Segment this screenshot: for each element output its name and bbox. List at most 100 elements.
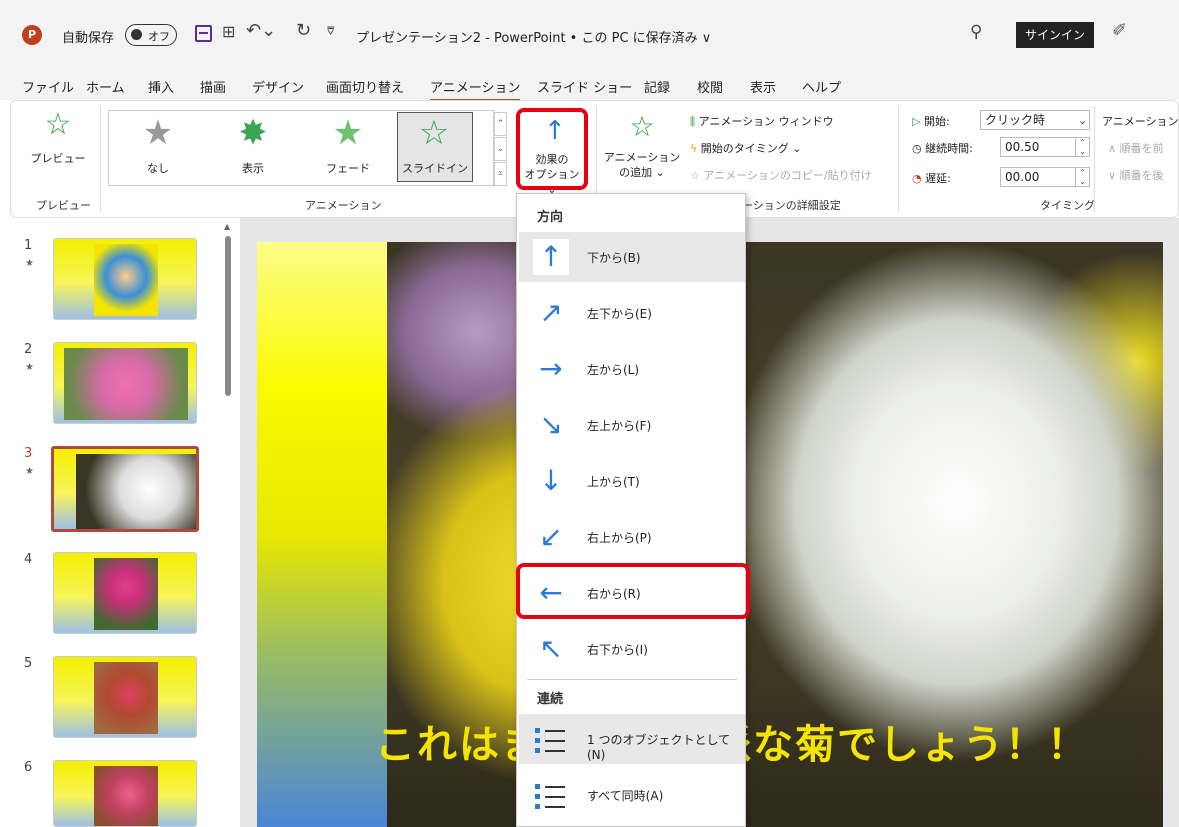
effect-options-line1: 効果の <box>535 153 569 166</box>
start-label-text: 開始: <box>923 115 950 128</box>
tab-slideshow[interactable]: スライド ショー <box>537 77 632 96</box>
add-animation-star-icon[interactable]: ☆ <box>622 110 662 144</box>
chevron-down-icon[interactable]: ⌄ <box>1078 114 1087 127</box>
gallery-more[interactable]: ⩡ <box>494 162 507 186</box>
gallery-item-fade[interactable]: フェード <box>318 160 378 176</box>
thumbnail-image <box>94 558 158 630</box>
qat-customize-icon[interactable]: ⩢ <box>327 24 334 39</box>
slide-thumbnail-3[interactable] <box>51 446 199 532</box>
slide-number: 3 <box>24 446 33 461</box>
animation-pane-icon: ⫼ <box>690 115 699 128</box>
scrollbar-thumb[interactable] <box>225 236 231 396</box>
present-icon[interactable]: ⊞ <box>222 22 235 41</box>
save-icon[interactable] <box>195 25 212 42</box>
arrow-up-icon: ↑ <box>544 116 566 146</box>
duration-field[interactable]: 00.50 <box>1000 137 1076 157</box>
duration-label: ◷ 継続時間: <box>912 140 973 156</box>
animation-painter-button[interactable]: ☆ アニメーションのコピー/貼り付け <box>690 167 872 183</box>
arrow-up-left-icon: ↖ <box>539 632 563 665</box>
preview-button[interactable]: プレビュー <box>20 150 96 166</box>
start-select[interactable]: クリック時 <box>980 110 1090 130</box>
fade-star-icon[interactable]: ★ <box>328 116 368 150</box>
direction-from-top[interactable]: ↓ 上から(T) <box>519 456 745 506</box>
move-later-button[interactable]: ∨ 順番を後 <box>1108 167 1164 183</box>
tab-help[interactable]: ヘルプ <box>802 77 841 96</box>
preview-star-icon[interactable]: ☆ <box>38 108 78 142</box>
delay-field[interactable]: 00.00 <box>1000 167 1076 187</box>
gallery-scroll-up[interactable]: ⌃ <box>494 112 507 136</box>
advanced-group-label: ーションの詳細設定 <box>742 199 841 212</box>
direction-from-bottom-right[interactable]: ↖ 右下から(I) <box>519 624 745 674</box>
direction-from-bottom-left[interactable]: ↗ 左下から(E) <box>519 288 745 338</box>
play-icon: ▷ <box>912 115 924 128</box>
tab-view[interactable]: 表示 <box>750 77 776 96</box>
none-star-icon[interactable]: ★ <box>138 116 178 150</box>
slide-number: 2 <box>24 342 33 357</box>
direction-label: 下から(B) <box>587 251 641 265</box>
preview-group-label: プレビュー <box>36 199 91 212</box>
slide-number: 1 <box>24 238 33 253</box>
pen-icon[interactable]: ✐ <box>1112 20 1127 41</box>
trigger-button[interactable]: ϟ 開始のタイミング ⌄ <box>690 140 801 156</box>
thumbnail-scrollbar[interactable]: ▲ <box>224 222 232 822</box>
direction-label: 左下から(E) <box>587 307 652 321</box>
direction-header: 方向 <box>537 210 564 225</box>
duration-spinner[interactable]: ⌃ ⌄ <box>1076 137 1090 157</box>
gallery-item-appear[interactable]: 表示 <box>223 160 283 176</box>
tab-home[interactable]: ホーム <box>86 77 125 96</box>
slidein-star-icon[interactable]: ☆ <box>414 116 454 150</box>
ribbon-separator <box>898 106 899 212</box>
thumbnail-image <box>94 244 158 316</box>
animation-group-label: アニメーション <box>305 199 382 212</box>
animation-pane-button[interactable]: ⫼ アニメーション ウィンドウ <box>690 113 834 129</box>
animation-star-icon: ★ <box>25 258 34 269</box>
thumbnail-image <box>94 766 158 826</box>
slide-thumbnail-5[interactable] <box>53 656 197 738</box>
effect-options-menu: 方向 ↑ 下から(B) ↗ 左下から(E) → 左から(L) ↘ 左上から(F)… <box>516 193 746 827</box>
slide-thumbnail-2[interactable] <box>53 342 197 424</box>
reorder-label: アニメーションの <box>1102 115 1179 128</box>
gallery-item-none[interactable]: なし <box>128 160 188 176</box>
autosave-label: 自動保存 <box>62 31 115 46</box>
document-title[interactable]: プレゼンテーション2 - PowerPoint • この PC に保存済み ∨ <box>356 27 711 46</box>
redo-icon[interactable]: ↻ <box>296 20 311 41</box>
thumbnail-image <box>64 348 188 420</box>
clock-icon: ◷ <box>912 142 926 155</box>
direction-from-top-right[interactable]: ↙ 右上から(P) <box>519 512 745 562</box>
move-earlier-button[interactable]: ∧ 順番を前 <box>1108 140 1164 156</box>
tab-draw[interactable]: 描画 <box>200 77 226 96</box>
tab-file[interactable]: ファイル <box>22 77 74 96</box>
direction-from-left[interactable]: → 左から(L) <box>519 344 745 394</box>
delay-clock-icon: ◔ <box>912 172 926 185</box>
scroll-up-icon[interactable]: ▲ <box>224 222 230 231</box>
slide-thumbnail-6[interactable] <box>53 760 197 827</box>
arrow-up-right-icon: ↗ <box>539 296 563 329</box>
slide-thumbnail-4[interactable] <box>53 552 197 634</box>
sequence-all-at-once[interactable]: すべて同時(A) <box>519 770 745 820</box>
tab-insert[interactable]: 挿入 <box>148 77 174 96</box>
gallery-item-slidein[interactable]: スライドイン <box>399 160 471 176</box>
undo-icon[interactable]: ↶⌄ <box>246 20 276 41</box>
timing-group-label: タイミング <box>1040 199 1095 212</box>
tab-animation[interactable]: アニメーション <box>430 77 521 102</box>
appear-star-icon[interactable]: ✸ <box>233 116 273 150</box>
powerpoint-logo-icon: P <box>22 25 42 45</box>
sequence-as-one-object[interactable]: 1 つのオブジェクトとして(N) <box>519 714 745 764</box>
gallery-scroll-down[interactable]: ⌄ <box>494 137 507 161</box>
direction-from-bottom[interactable]: ↑ 下から(B) <box>519 232 745 282</box>
add-animation-line1: アニメーション <box>603 151 681 164</box>
delay-spinner[interactable]: ⌃ ⌄ <box>1076 167 1090 187</box>
tab-record[interactable]: 記録 <box>644 77 670 96</box>
sequence-header: 連続 <box>537 692 564 707</box>
signin-button[interactable]: サインイン <box>1016 22 1094 48</box>
tab-design[interactable]: デザイン <box>252 77 304 96</box>
tab-transitions[interactable]: 画面切り替え <box>326 77 404 96</box>
effect-options-button[interactable]: ↑ 効果の オプション ⌄ <box>516 108 588 196</box>
add-animation-button[interactable]: アニメーション の追加 ⌄ <box>602 150 682 180</box>
search-icon[interactable]: ⚲ <box>970 22 982 42</box>
direction-from-top-left[interactable]: ↘ 左上から(F) <box>519 400 745 450</box>
slide-thumbnail-1[interactable] <box>53 238 197 320</box>
tab-review[interactable]: 校閲 <box>697 77 723 96</box>
autosave-toggle[interactable]: オフ <box>125 24 177 46</box>
add-animation-line2: の追加 ⌄ <box>619 166 665 179</box>
